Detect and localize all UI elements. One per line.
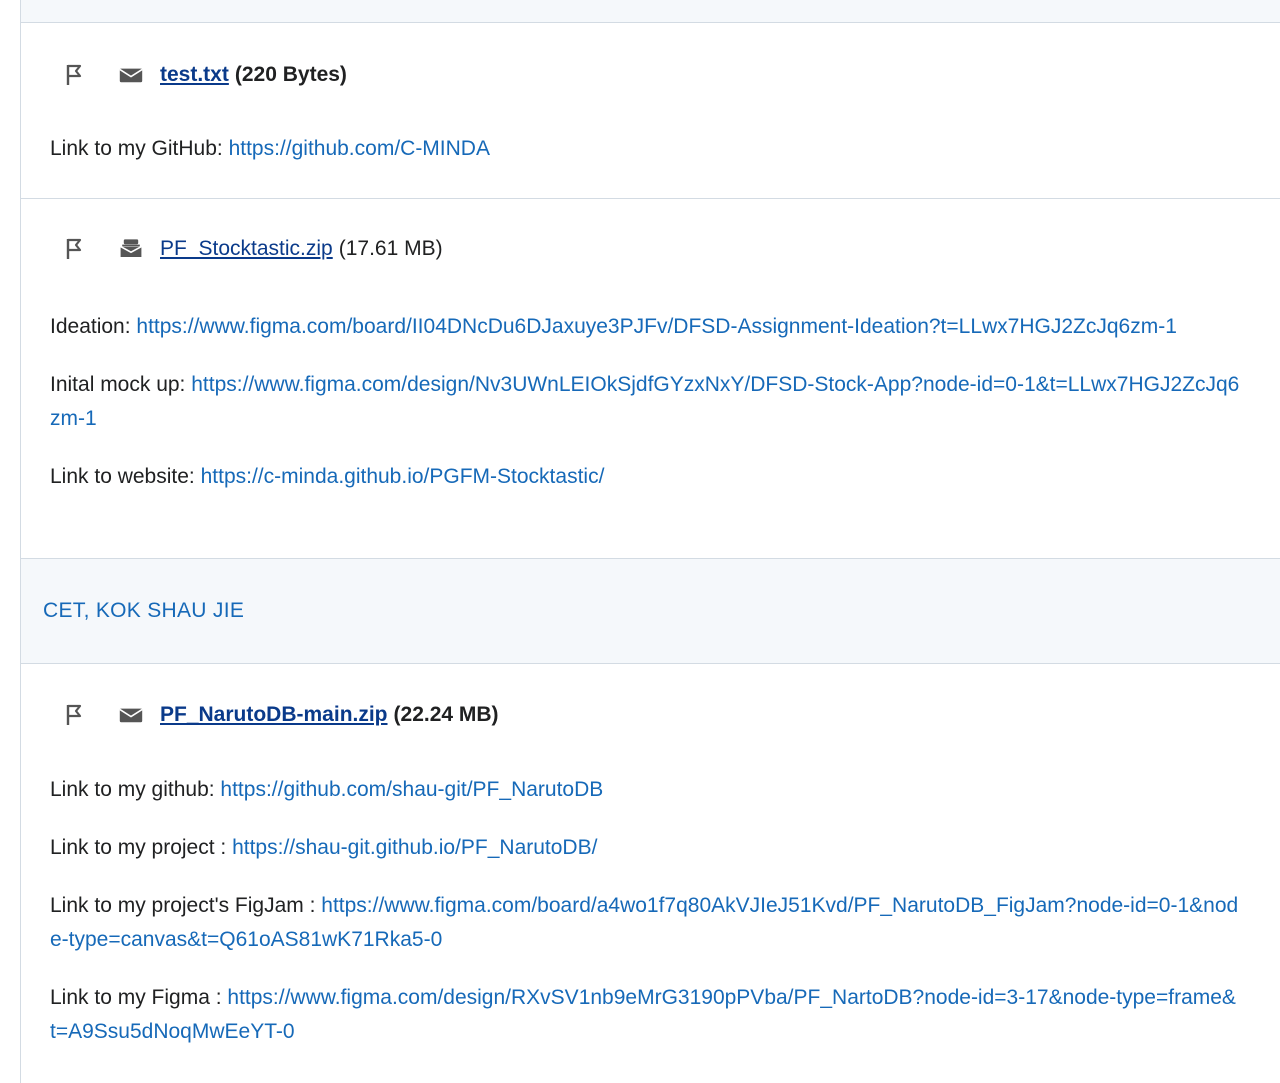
github-link[interactable]: https://github.com/shau-git/PF_NarutoDB — [220, 778, 603, 801]
github-link[interactable]: https://github.com/C-MINDA — [229, 137, 490, 160]
line-label: Ideation: — [50, 315, 137, 338]
submission-text: Link to my project : https://shau-git.gi… — [50, 831, 1280, 865]
file-row: PF_Stocktastic.zip (17.61 MB) — [50, 237, 1280, 261]
submission-text: Link to website: https://c-minda.github.… — [50, 460, 1280, 494]
flag-icon[interactable] — [63, 237, 87, 261]
archive-icon — [119, 237, 143, 261]
line-label: Link to my project's FigJam : — [50, 894, 322, 917]
submission-text: Link to my Figma : https://www.figma.com… — [50, 981, 1280, 1049]
mockup-link[interactable]: https://www.figma.com/design/Nv3UWnLEIOk… — [50, 373, 1239, 430]
submission-item: PF_Stocktastic.zip (17.61 MB) Ideation: … — [21, 199, 1280, 559]
file-size: (220 Bytes) — [234, 63, 347, 86]
figma-link[interactable]: https://www.figma.com/design/RXvSV1nb9eM… — [50, 986, 1236, 1043]
line-label: Link to my project : — [50, 836, 233, 859]
flag-icon[interactable] — [63, 703, 87, 727]
submission-text: Link to my GitHub: https://github.com/C-… — [50, 132, 1280, 166]
file-size: (17.61 MB) — [338, 237, 443, 260]
file-row: test.txt (220 Bytes) — [50, 63, 1280, 87]
student-group-header: CET, KOK SHAU JIE — [21, 559, 1280, 664]
submission-text: Link to my project's FigJam : https://ww… — [50, 889, 1280, 957]
previous-row-strip — [21, 0, 1280, 23]
submission-item: PF_NarutoDB-main.zip (22.24 MB) Link to … — [21, 664, 1280, 1049]
submission-list: test.txt (220 Bytes) Link to my GitHub: … — [20, 0, 1280, 1083]
line-label: Link to my Figma : — [50, 986, 228, 1009]
file-row: PF_NarutoDB-main.zip (22.24 MB) — [50, 703, 1280, 727]
line-label: Link to my GitHub: — [50, 137, 229, 160]
flag-icon[interactable] — [63, 63, 87, 87]
submission-item: test.txt (220 Bytes) Link to my GitHub: … — [21, 23, 1280, 199]
file-size: (22.24 MB) — [393, 703, 499, 726]
submission-text: Inital mock up: https://www.figma.com/de… — [50, 368, 1280, 436]
student-name[interactable]: CET, KOK SHAU JIE — [43, 599, 244, 623]
file-link[interactable]: test.txt — [160, 63, 229, 87]
ideation-link[interactable]: https://www.figma.com/board/II04DNcDu6DJ… — [136, 315, 1176, 338]
line-label: Link to my github: — [50, 778, 221, 801]
line-label: Link to website: — [50, 465, 201, 488]
submission-text: Link to my github: https://github.com/sh… — [50, 773, 1280, 807]
file-link[interactable]: PF_Stocktastic.zip — [160, 237, 333, 261]
website-link[interactable]: https://c-minda.github.io/PGFM-Stocktast… — [201, 465, 605, 488]
envelope-icon — [119, 63, 143, 87]
envelope-icon — [119, 703, 143, 727]
project-link[interactable]: https://shau-git.github.io/PF_NarutoDB/ — [232, 836, 597, 859]
file-link[interactable]: PF_NarutoDB-main.zip — [160, 703, 388, 727]
submission-text: Ideation: https://www.figma.com/board/II… — [50, 310, 1280, 344]
line-label: Inital mock up: — [50, 373, 192, 396]
